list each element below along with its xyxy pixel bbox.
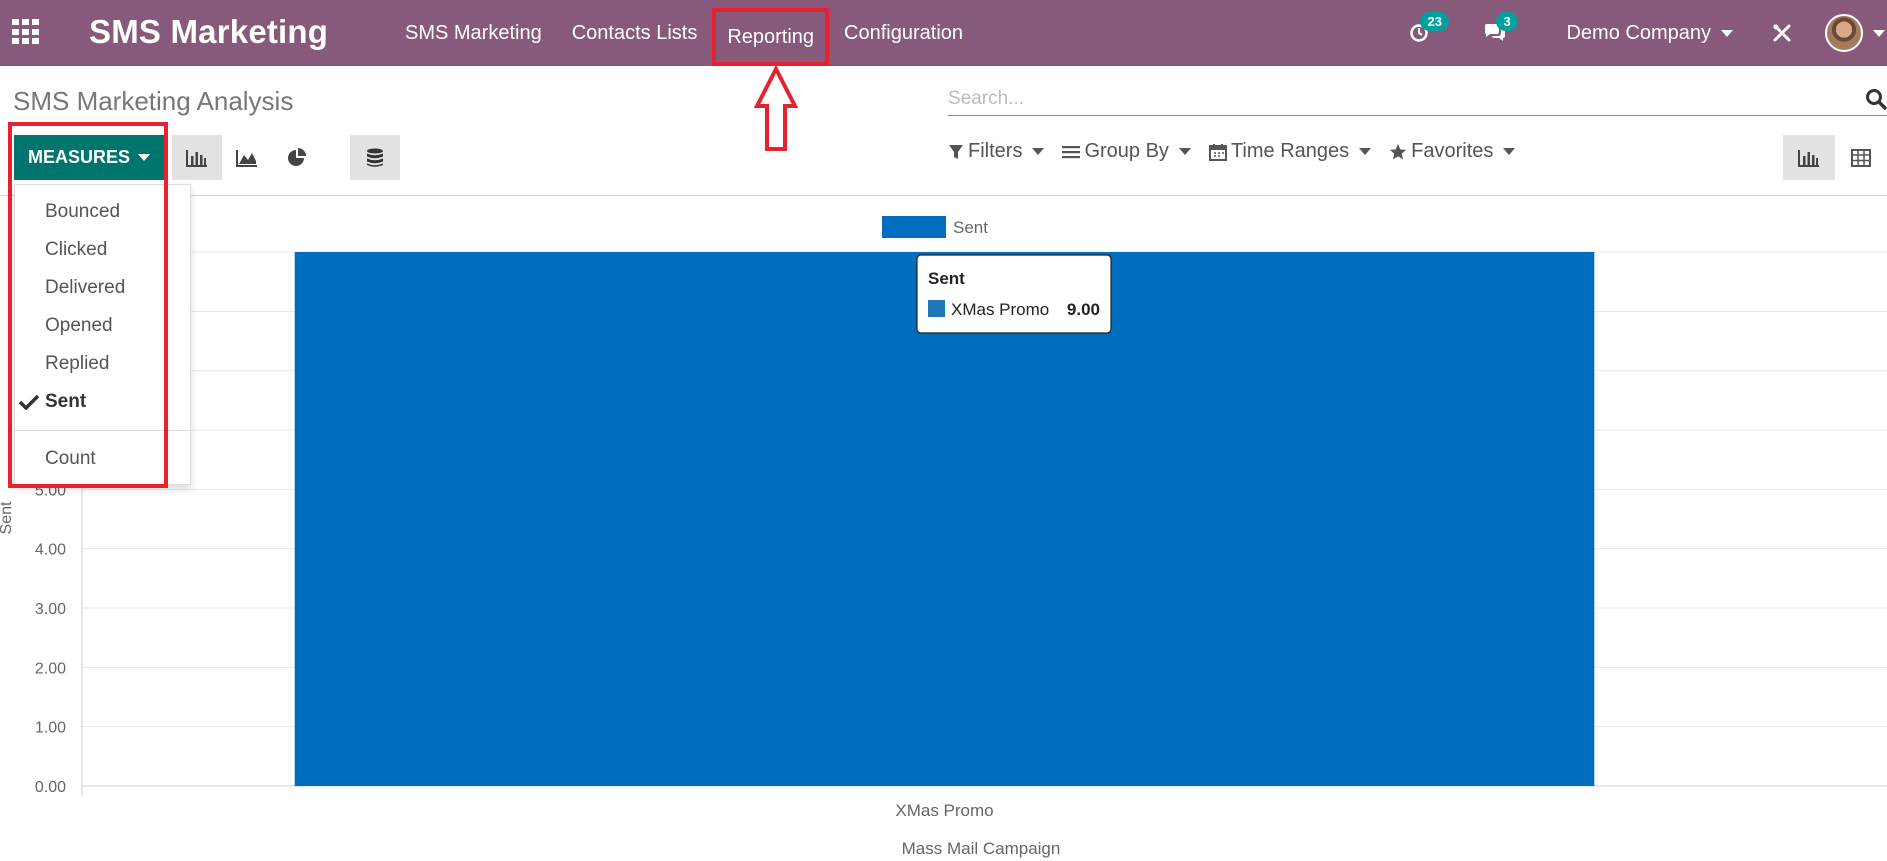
tools-icon <box>1773 24 1791 42</box>
caret-down-icon <box>138 154 150 161</box>
measures-dropdown: Bounced Clicked Delivered Opened Replied… <box>14 184 192 485</box>
user-avatar[interactable] <box>1825 14 1863 52</box>
y-axis-title: Sent <box>0 501 15 534</box>
legend-label: Sent <box>953 218 988 237</box>
search-input[interactable] <box>948 84 1848 114</box>
groupby-label: Group By <box>1084 140 1169 162</box>
bar-chart-icon <box>186 149 207 167</box>
star-icon <box>1390 143 1407 159</box>
activity-button[interactable]: 23 <box>1406 12 1449 46</box>
pivot-view-button[interactable] <box>1835 135 1887 180</box>
user-menu-caret-icon[interactable] <box>1873 29 1885 37</box>
timeranges-label: Time Ranges <box>1230 140 1350 162</box>
legend-swatch <box>882 216 946 238</box>
page-title: SMS Marketing Analysis <box>13 86 294 116</box>
menu-item-reporting[interactable]: Reporting <box>712 8 830 66</box>
y-tick-label: 1.00 <box>35 720 66 737</box>
measure-item-bounced[interactable]: Bounced <box>45 201 120 223</box>
bar-chart-icon <box>1798 149 1819 167</box>
y-tick-label: 3.00 <box>35 601 66 618</box>
messages-button[interactable]: 3 <box>1482 12 1518 46</box>
timeranges-dropdown[interactable]: Time Ranges <box>1208 140 1372 163</box>
list-icon <box>1062 145 1081 158</box>
measures-button[interactable]: MEASURES <box>14 135 164 180</box>
measure-item-delivered[interactable]: Delivered <box>45 277 125 299</box>
company-switcher[interactable]: Demo Company <box>1566 22 1733 45</box>
caret-down-icon <box>1178 148 1191 155</box>
messages-badge: 3 <box>1496 12 1518 31</box>
groupby-dropdown[interactable]: Group By <box>1062 140 1191 163</box>
measure-item-clicked[interactable]: Clicked <box>45 239 107 261</box>
activity-badge: 23 <box>1420 12 1449 31</box>
menu-item-configuration[interactable]: Configuration <box>829 0 978 66</box>
caret-down-icon <box>1032 148 1045 155</box>
app-brand[interactable]: SMS Marketing <box>89 13 328 51</box>
measure-item-opened[interactable]: Opened <box>45 315 113 337</box>
filters-dropdown[interactable]: Filters <box>948 140 1045 163</box>
filters-label: Filters <box>968 140 1023 162</box>
table-icon <box>1851 148 1871 167</box>
caret-down-icon <box>1359 148 1372 155</box>
area-chart-icon <box>236 149 257 167</box>
apps-menu-icon[interactable] <box>12 19 40 45</box>
favorites-dropdown[interactable]: Favorites <box>1389 140 1516 163</box>
debug-tools-button[interactable] <box>1769 20 1795 46</box>
pie-chart-button[interactable] <box>272 135 322 180</box>
tooltip-title: Sent <box>928 269 965 288</box>
y-tick-label: 4.00 <box>35 542 66 559</box>
measure-item-count[interactable]: Count <box>45 448 96 470</box>
database-stack-icon <box>367 148 383 167</box>
view-switcher <box>1783 135 1887 180</box>
caret-down-icon <box>1503 148 1516 155</box>
measures-label: MEASURES <box>27 147 130 167</box>
menu-item-contacts-lists[interactable]: Contacts Lists <box>557 0 713 66</box>
annotation-up-arrow <box>754 66 798 151</box>
filter-icon <box>949 144 963 159</box>
search-icon[interactable] <box>1865 88 1887 110</box>
bar-chart: 0.001.002.003.004.005.00XMas PromoMass M… <box>0 216 1887 858</box>
measure-item-sent-label: Sent <box>45 391 87 412</box>
x-axis-title: Mass Mail Campaign <box>902 839 1061 858</box>
measure-item-replied[interactable]: Replied <box>45 353 109 375</box>
y-tick-label: 2.00 <box>35 660 66 677</box>
pie-chart-icon <box>288 147 306 166</box>
main-menu: SMS Marketing Contacts Lists Reporting C… <box>390 0 978 66</box>
navbar-right: 23 3 Demo Company <box>1406 0 1887 66</box>
search-options: Filters Group By Time Ranges Favorites <box>948 140 1533 163</box>
tooltip-box <box>916 254 1112 334</box>
calendar-icon <box>1208 143 1227 161</box>
tooltip-label: XMas Promo <box>951 300 1049 319</box>
company-name: Demo Company <box>1566 21 1711 44</box>
y-tick-label: 0.00 <box>35 779 66 796</box>
bar-chart-button[interactable] <box>172 135 222 180</box>
tooltip-swatch <box>928 300 945 317</box>
dropdown-divider <box>15 430 192 431</box>
menu-item-sms-marketing[interactable]: SMS Marketing <box>390 0 557 66</box>
favorites-label: Favorites <box>1411 140 1494 162</box>
measure-item-sent[interactable]: Sent <box>19 391 87 413</box>
line-chart-button[interactable] <box>222 135 272 180</box>
check-icon <box>19 394 39 410</box>
x-tick-label: XMas Promo <box>895 801 993 820</box>
search-bar <box>948 84 1887 116</box>
tooltip-value: 9.00 <box>1067 300 1100 319</box>
graph-mode-buttons <box>172 135 400 180</box>
stacked-button[interactable] <box>350 135 400 180</box>
top-navbar: SMS Marketing SMS Marketing Contacts Lis… <box>0 0 1887 66</box>
graph-view-button[interactable] <box>1783 135 1835 180</box>
caret-down-icon <box>1721 29 1733 37</box>
